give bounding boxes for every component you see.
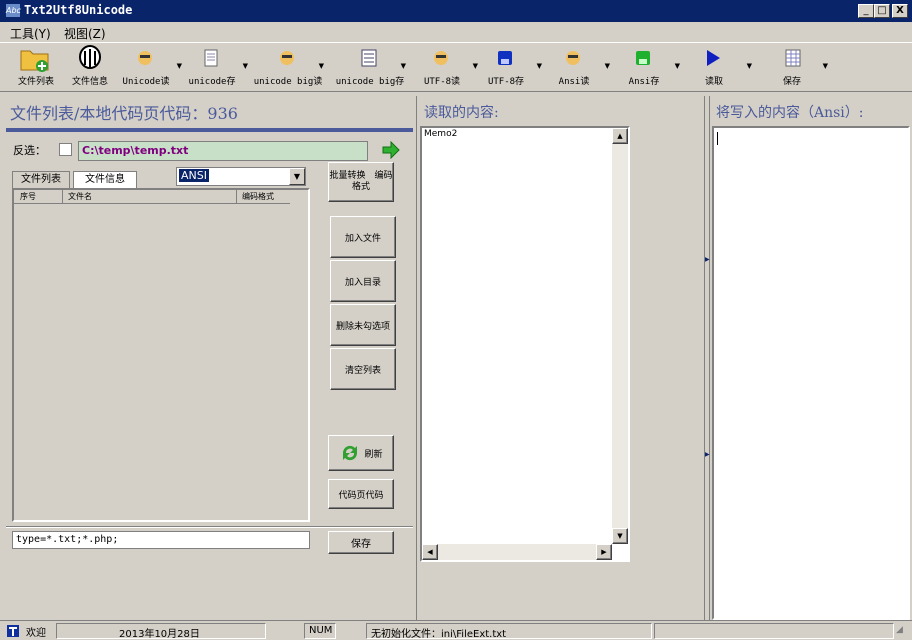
status-message: 无初始化文件：ini\FileExt.txt xyxy=(366,623,652,639)
codepage-button[interactable]: 代码页代码 xyxy=(328,479,394,509)
toolbar-label: Ansi读 xyxy=(558,77,590,87)
toolbar-label: unicode big读 xyxy=(253,77,323,87)
app-icon: Abc xyxy=(6,4,21,17)
info-icon xyxy=(79,45,101,69)
play-icon xyxy=(707,50,720,66)
delete-unchecked-button[interactable]: 删除未勾选项 xyxy=(330,304,396,346)
memo-text: Memo2 xyxy=(424,129,458,139)
chevron-down-icon[interactable]: ▼ xyxy=(289,168,305,185)
menu-bar: 工具(Y) 视图(Z) xyxy=(0,22,912,42)
invert-select-label: 反选： xyxy=(13,144,46,157)
text-cursor xyxy=(717,132,718,145)
encoding-value: ANSI xyxy=(179,169,209,182)
status-num: NUM xyxy=(304,623,336,639)
horizontal-scrollbar[interactable]: ◀ ▶ xyxy=(422,544,612,560)
menu-view[interactable]: 视图(Z) xyxy=(64,25,106,42)
file-list-table[interactable]: 序号 文件名 编码格式 xyxy=(12,188,310,522)
title-bar[interactable]: Abc Txt2Utf8Unicode _ □ X xyxy=(0,0,912,22)
toolbar-label: UTF-8存 xyxy=(487,77,525,87)
vertical-scrollbar[interactable]: ▲ ▼ xyxy=(612,128,628,544)
green-save-icon xyxy=(636,51,650,65)
toolbar-unicode-big-read-button[interactable]: unicode big读 ▼ xyxy=(252,45,324,91)
write-content-memo[interactable] xyxy=(712,126,910,620)
status-date: 2013年10月28日 xyxy=(56,623,266,639)
right-splitter[interactable]: ▶ ▶ xyxy=(704,96,710,620)
toolbar-label: Ansi存 xyxy=(628,77,660,87)
go-arrow-icon[interactable] xyxy=(381,141,401,159)
toolbar-utf8-save-button[interactable]: UTF-8存 ▼ xyxy=(470,45,542,91)
toolbar-label: 保存 xyxy=(782,77,801,87)
save-filter-button[interactable]: 保存 xyxy=(328,531,394,554)
toolbar-unicode-big-save-button[interactable]: unicode big存 ▼ xyxy=(334,45,406,91)
toolbar-unicode-save-button[interactable]: unicode存 ▼ xyxy=(176,45,248,91)
list-icon xyxy=(361,49,377,67)
refresh-icon xyxy=(343,445,358,461)
toolbar-ansi-read-button[interactable]: Ansi读 ▼ xyxy=(538,45,610,91)
face-read-icon xyxy=(280,51,294,65)
chevron-down-icon[interactable]: ▼ xyxy=(823,62,828,70)
chevron-down-icon[interactable]: ▼ xyxy=(243,62,248,70)
scroll-down-icon[interactable]: ▼ xyxy=(612,528,628,544)
status-welcome: 欢迎 xyxy=(26,628,46,639)
title-divider xyxy=(6,128,413,132)
grid-icon xyxy=(785,49,801,67)
toolbar-read-button[interactable]: 读取 ▼ xyxy=(680,45,752,91)
toolbar-label: unicode存 xyxy=(188,77,236,87)
read-content-memo[interactable]: Memo2 ▲ ▼ ◀ ▶ xyxy=(420,126,630,562)
splitter-arrow-icon: ▶ xyxy=(705,451,710,458)
resize-grip-icon[interactable]: ◢ xyxy=(896,625,903,635)
clear-list-button[interactable]: 清空列表 xyxy=(330,348,396,390)
scroll-up-icon[interactable]: ▲ xyxy=(612,128,628,144)
folder-add-icon xyxy=(20,50,49,72)
tab-file-list[interactable]: 文件列表 xyxy=(12,171,70,188)
toolbar-utf8-read-button[interactable]: UTF-8读 ▼ xyxy=(406,45,478,91)
maximize-button[interactable]: □ xyxy=(874,4,890,18)
chevron-down-icon[interactable]: ▼ xyxy=(747,62,752,70)
write-content-title: 将写入的内容（Ansi）: xyxy=(716,105,864,121)
file-list-title: 文件列表/本地代码页代码：936 xyxy=(10,104,238,123)
table-header: 序号 文件名 编码格式 xyxy=(14,190,290,204)
close-button[interactable]: X xyxy=(892,4,908,18)
toolbar-label: UTF-8读 xyxy=(423,77,461,87)
toolbar-ansi-save-button[interactable]: Ansi存 ▼ xyxy=(608,45,680,91)
app-status-icon xyxy=(7,625,19,637)
toolbar-save-button[interactable]: 保存 ▼ xyxy=(756,45,828,91)
batch-convert-button[interactable]: 批量转换 编码格式 xyxy=(328,162,394,202)
refresh-label: 刷新 xyxy=(364,449,383,460)
toolbar-unicode-read-button[interactable]: Unicode读 ▼ xyxy=(110,45,182,91)
splitter-arrow-icon: ▶ xyxy=(705,256,710,263)
face-read-icon xyxy=(566,51,580,65)
splitter[interactable] xyxy=(416,96,417,620)
window-title: Txt2Utf8Unicode xyxy=(24,3,133,17)
menu-tools[interactable]: 工具(Y) xyxy=(10,25,51,42)
scroll-left-icon[interactable]: ◀ xyxy=(422,544,438,560)
chevron-down-icon[interactable]: ▼ xyxy=(319,62,324,70)
scroll-right-icon[interactable]: ▶ xyxy=(596,544,612,560)
blue-save-icon xyxy=(498,51,512,65)
column-encoding[interactable]: 编码格式 xyxy=(242,191,274,202)
doc-icon xyxy=(204,49,218,67)
refresh-button[interactable]: 刷新 xyxy=(328,435,394,471)
read-content-title: 读取的内容: xyxy=(424,105,499,121)
toolbar-label: 读取 xyxy=(704,77,723,87)
invert-select-checkbox[interactable] xyxy=(59,143,72,156)
divider xyxy=(6,526,413,528)
minimize-button[interactable]: _ xyxy=(858,4,874,18)
add-file-button[interactable]: 加入文件 xyxy=(330,216,396,258)
face-read-icon xyxy=(434,51,448,65)
path-input[interactable]: C:\temp\temp.txt xyxy=(78,141,368,161)
add-folder-button[interactable]: 加入目录 xyxy=(330,260,396,302)
status-bar: 欢迎 2013年10月28日 NUM 无初始化文件：ini\FileExt.tx… xyxy=(0,620,912,640)
tab-file-info[interactable]: 文件信息 xyxy=(73,171,137,188)
toolbar: 文件列表 文件信息 Unicode读 ▼ unicode存 ▼ unicode … xyxy=(0,42,912,92)
column-index[interactable]: 序号 xyxy=(20,191,36,202)
face-read-icon xyxy=(138,51,152,65)
toolbar-label: Unicode读 xyxy=(122,77,170,87)
filter-input[interactable]: type=*.txt;*.php; xyxy=(12,531,310,549)
status-empty-panel xyxy=(654,623,894,639)
encoding-select[interactable]: ANSI ▼ xyxy=(176,167,306,186)
column-filename[interactable]: 文件名 xyxy=(68,191,92,202)
toolbar-label: unicode big存 xyxy=(335,77,405,87)
